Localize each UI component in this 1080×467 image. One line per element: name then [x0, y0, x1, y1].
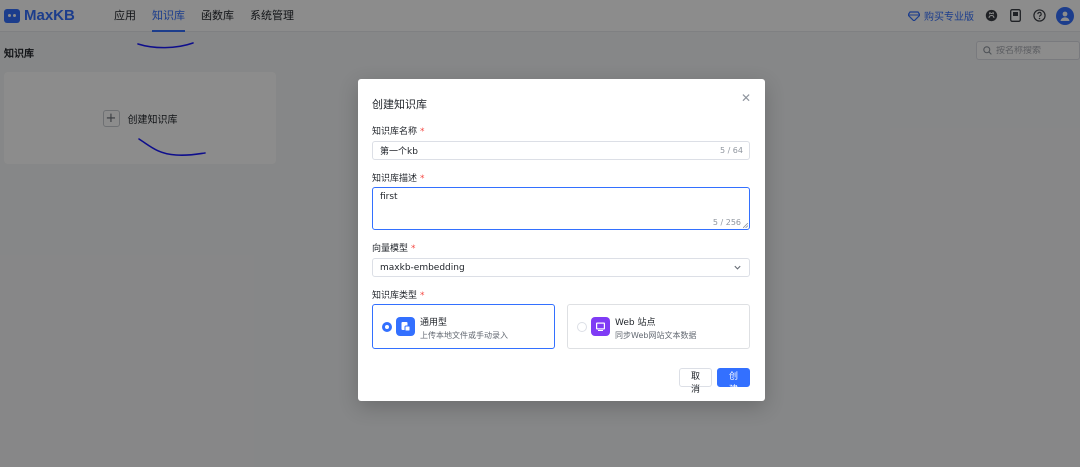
description-field[interactable]: first 5 / 256	[372, 187, 750, 230]
type-option-web[interactable]: Web 站点 同步Web网站文本数据	[567, 304, 750, 349]
type-name-web: Web 站点	[615, 318, 656, 328]
required-mark: *	[420, 127, 425, 137]
model-label-text: 向量模型	[372, 244, 409, 254]
description-label-text: 知识库描述	[372, 174, 418, 184]
description-label: 知识库描述 *	[372, 171, 425, 184]
name-input[interactable]	[380, 145, 680, 155]
type-label: 知识库类型 *	[372, 288, 425, 301]
close-icon[interactable]: ✕	[739, 91, 753, 105]
type-radio-general[interactable]	[382, 322, 392, 332]
dialog-title: 创建知识库	[372, 98, 427, 111]
type-label-text: 知识库类型	[372, 291, 418, 301]
required-mark: *	[420, 291, 425, 301]
description-textarea[interactable]: first	[380, 192, 710, 222]
type-name-general: 通用型	[420, 318, 448, 328]
web-site-icon	[591, 317, 610, 336]
name-label: 知识库名称 *	[372, 124, 425, 137]
name-label-text: 知识库名称	[372, 127, 418, 137]
type-desc-web: 同步Web网站文本数据	[615, 331, 697, 340]
chevron-down-icon	[734, 265, 741, 270]
document-upload-icon	[396, 317, 415, 336]
required-mark: *	[420, 174, 425, 184]
type-option-general[interactable]: 通用型 上传本地文件或手动录入	[372, 304, 555, 349]
type-desc-general: 上传本地文件或手动录入	[420, 331, 508, 340]
name-char-count: 5 / 64	[719, 146, 743, 155]
description-char-count: 5 / 256	[712, 218, 741, 227]
model-select-value: maxkb-embedding	[380, 263, 465, 273]
create-button[interactable]: 创建	[717, 368, 750, 395]
create-knowledge-dialog: 创建知识库 ✕ 知识库名称* 5 / 64 知识库描述* first 5 / 2…	[358, 79, 765, 401]
model-label: 向量模型 *	[372, 241, 416, 254]
resize-handle-icon[interactable]	[743, 223, 748, 228]
name-field[interactable]: 5 / 64	[372, 141, 750, 160]
cancel-button[interactable]: 取消	[679, 368, 712, 395]
type-radio-web[interactable]	[577, 322, 587, 332]
required-mark: *	[411, 244, 416, 254]
model-select[interactable]: maxkb-embedding	[372, 258, 750, 277]
